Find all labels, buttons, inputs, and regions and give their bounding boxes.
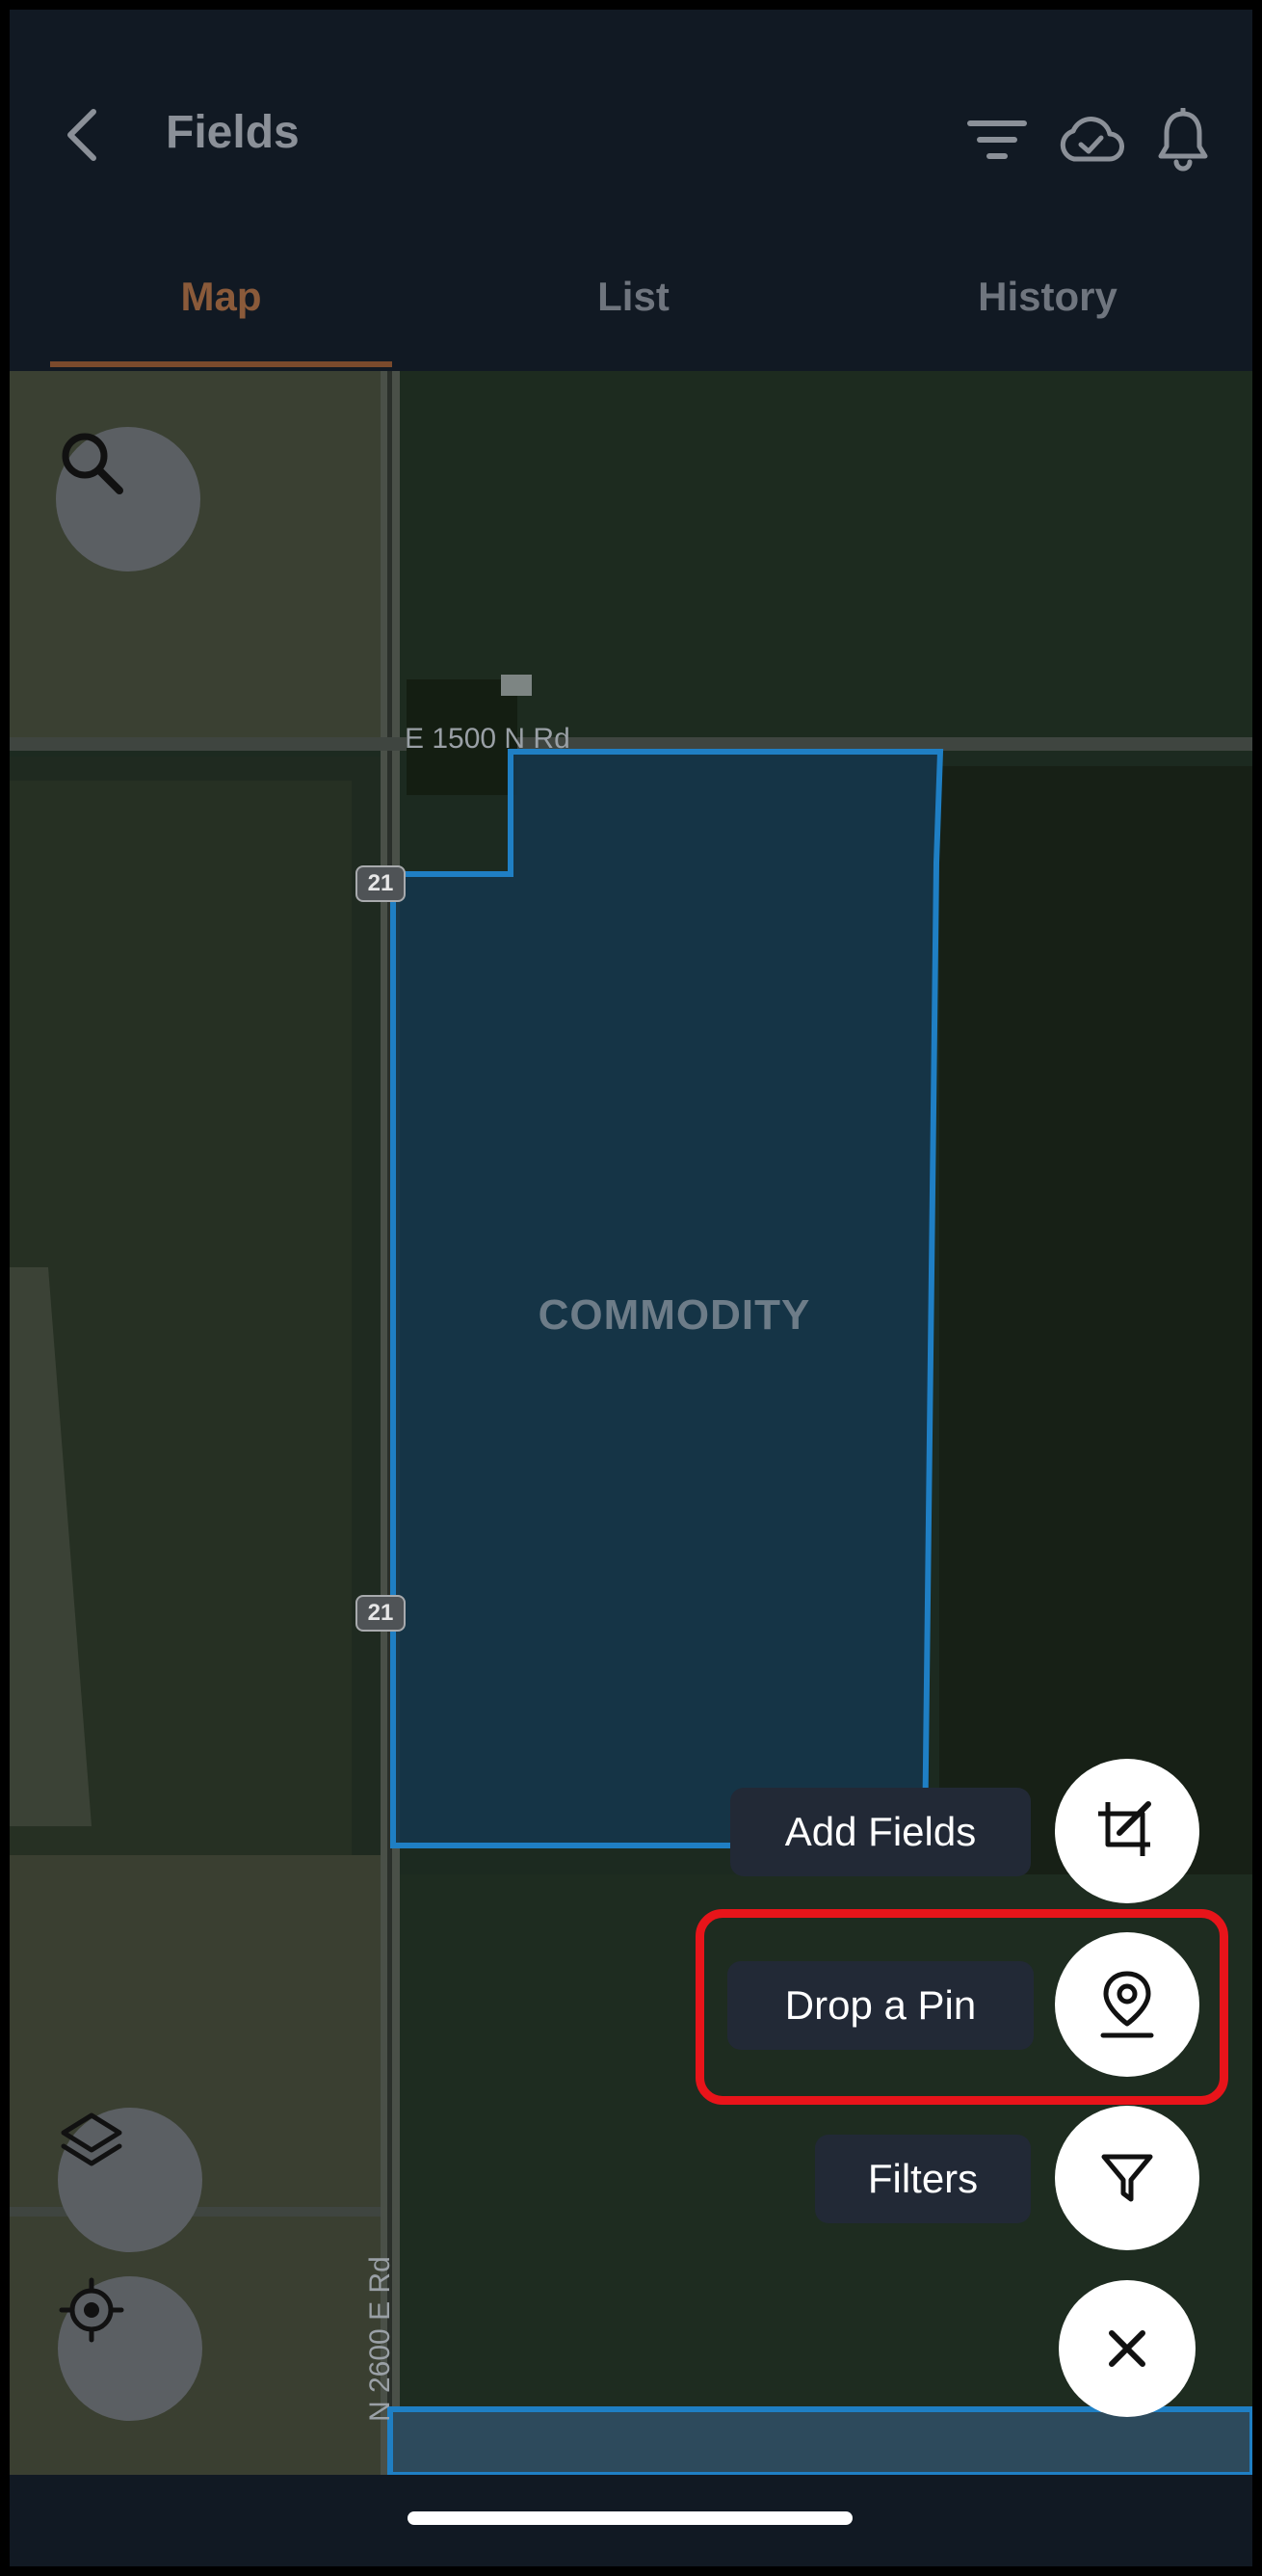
sync-button[interactable]: [1052, 101, 1129, 178]
bell-icon: [1158, 108, 1208, 172]
page-title: Fields: [166, 107, 300, 158]
filter-button[interactable]: [959, 101, 1036, 178]
back-button[interactable]: [53, 96, 111, 173]
tab-list[interactable]: List: [462, 251, 804, 371]
route-badge: 21: [355, 865, 406, 902]
app-frame: Fields Map List History E 1500 N Rd 21 2…: [10, 10, 1252, 2566]
map-search-button[interactable]: [56, 427, 200, 571]
field-label[interactable]: COMMODITY: [395, 1291, 954, 1340]
notifications-button[interactable]: [1144, 101, 1222, 178]
search-icon: [62, 433, 123, 494]
tab-history[interactable]: History: [877, 251, 1219, 371]
layers-icon: [61, 2112, 122, 2166]
filters-label[interactable]: Filters: [815, 2135, 1031, 2223]
crop-edit-icon: [1098, 1801, 1151, 1856]
add-fields-button[interactable]: [1055, 1759, 1199, 1903]
active-tab-indicator: [50, 361, 392, 367]
map-layers-button[interactable]: [58, 2108, 202, 2252]
home-indicator[interactable]: [408, 2511, 853, 2525]
my-location-button[interactable]: [58, 2276, 202, 2421]
chevron-left-icon: [67, 109, 96, 161]
crosshair-icon: [59, 2277, 124, 2343]
route-badge: 21: [355, 1595, 406, 1632]
funnel-icon: [1101, 2154, 1153, 2202]
tab-bar: Map List History: [10, 251, 1252, 371]
filter-lines-icon: [967, 120, 1027, 159]
filters-button[interactable]: [1055, 2106, 1199, 2250]
add-fields-label[interactable]: Add Fields: [730, 1788, 1031, 1876]
close-menu-button[interactable]: [1059, 2280, 1196, 2417]
app-header: Fields Map List History: [10, 10, 1252, 371]
road-label-side: N 2600 E Rd: [364, 2256, 396, 2422]
road-label-top: E 1500 N Rd: [405, 723, 570, 755]
tab-map[interactable]: Map: [50, 251, 392, 371]
close-icon: [1109, 2330, 1145, 2367]
drop-pin-highlight: [696, 1909, 1228, 2105]
cloud-check-icon: [1060, 117, 1124, 162]
